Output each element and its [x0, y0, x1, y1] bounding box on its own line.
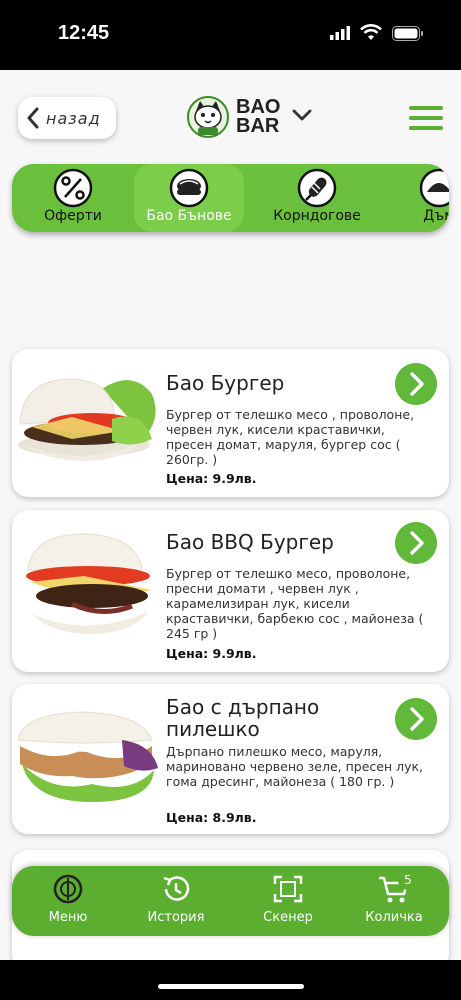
product-card[interactable]: Бао с дърпано пилешко Дърпано пилешко ме… [12, 684, 449, 834]
page: назад BAO BAR Оферти Бао Бънове Корндого… [0, 70, 461, 960]
category-bar: Оферти Бао Бънове Корндогове Дъ [12, 164, 449, 232]
signal-icon [330, 26, 350, 40]
cat-logo-icon [187, 96, 229, 138]
history-icon [163, 876, 190, 901]
product-description: Бургер от телешко месо , проволоне, черв… [166, 407, 415, 467]
bao-pulled-chicken-image [17, 711, 158, 802]
chevron-right-icon[interactable] [395, 522, 437, 564]
nav-label: Скенер [263, 910, 313, 925]
status-time: 12:45 [58, 22, 110, 44]
nav-history[interactable]: История [138, 874, 214, 925]
category-dumplings[interactable]: Дъм [384, 168, 449, 230]
chevron-right-icon[interactable] [395, 698, 437, 740]
scanner-icon [273, 875, 303, 903]
dumpling-icon [419, 168, 449, 208]
hamburger-menu-icon[interactable] [409, 106, 443, 130]
product-title: Бао BBQ Бургер [166, 530, 334, 554]
category-bao-buns[interactable]: Бао Бънове [134, 164, 244, 232]
restaurant-selector[interactable]: BAO BAR [186, 92, 316, 142]
chevron-left-icon [27, 107, 39, 129]
category-corndogs[interactable]: Корндогове [262, 168, 372, 230]
bottom-nav: Меню История Скенер 5 Количка [12, 866, 449, 936]
wifi-icon [360, 24, 382, 40]
product-price: Цена: 9.9лв. [166, 471, 257, 486]
product-title: Бао с дърпано пилешко [166, 696, 319, 740]
percent-icon [53, 168, 93, 208]
category-label: Корндогове [273, 208, 361, 224]
product-card[interactable]: Бао BBQ Бургер Бургер от телешко месо, п… [12, 510, 449, 672]
home-bar-area [0, 960, 461, 1000]
category-label: Бао Бънове [146, 208, 232, 224]
menu-plate-icon [53, 874, 83, 904]
cart-count-badge: 5 [398, 870, 418, 890]
nav-scanner[interactable]: Скенер [252, 874, 324, 925]
nav-label: Количка [365, 910, 423, 925]
status-bar: 12:45 [0, 0, 461, 70]
bao-bbq-burger-image [26, 533, 152, 634]
nav-cart[interactable]: 5 Количка [358, 870, 430, 925]
chevron-down-icon [292, 109, 312, 121]
back-button[interactable]: назад [18, 97, 116, 139]
product-description: Дърпано пилешко месо, маруля, мариновано… [166, 744, 424, 789]
bun-icon [169, 168, 209, 208]
logo-text-line2: BAR [236, 115, 280, 137]
bao-burger-image [18, 378, 156, 461]
product-price: Цена: 8.9лв. [166, 810, 257, 825]
category-label: Оферти [44, 208, 102, 224]
back-label: назад [46, 108, 101, 128]
category-label: Дъм [423, 208, 449, 224]
product-title: Бао Бургер [166, 371, 285, 395]
product-title-line2: пилешко [166, 717, 260, 741]
home-indicator[interactable] [158, 984, 304, 989]
nav-label: Меню [48, 910, 88, 925]
category-offers[interactable]: Оферти [18, 168, 128, 230]
nav-label: История [147, 910, 205, 925]
product-card[interactable]: Бао Бургер Бургер от телешко месо , пров… [12, 349, 449, 497]
product-description: Бургер от телешко месо, проволоне, пресн… [166, 566, 424, 641]
battery-icon [392, 26, 423, 41]
chevron-right-icon[interactable] [395, 363, 437, 405]
nav-menu[interactable]: Меню [40, 874, 96, 925]
product-title-line1: Бао с дърпано [166, 695, 320, 719]
logo-text: BAO BAR [236, 97, 280, 137]
corndog-icon [297, 168, 337, 208]
product-price: Цена: 9.9лв. [166, 646, 257, 661]
